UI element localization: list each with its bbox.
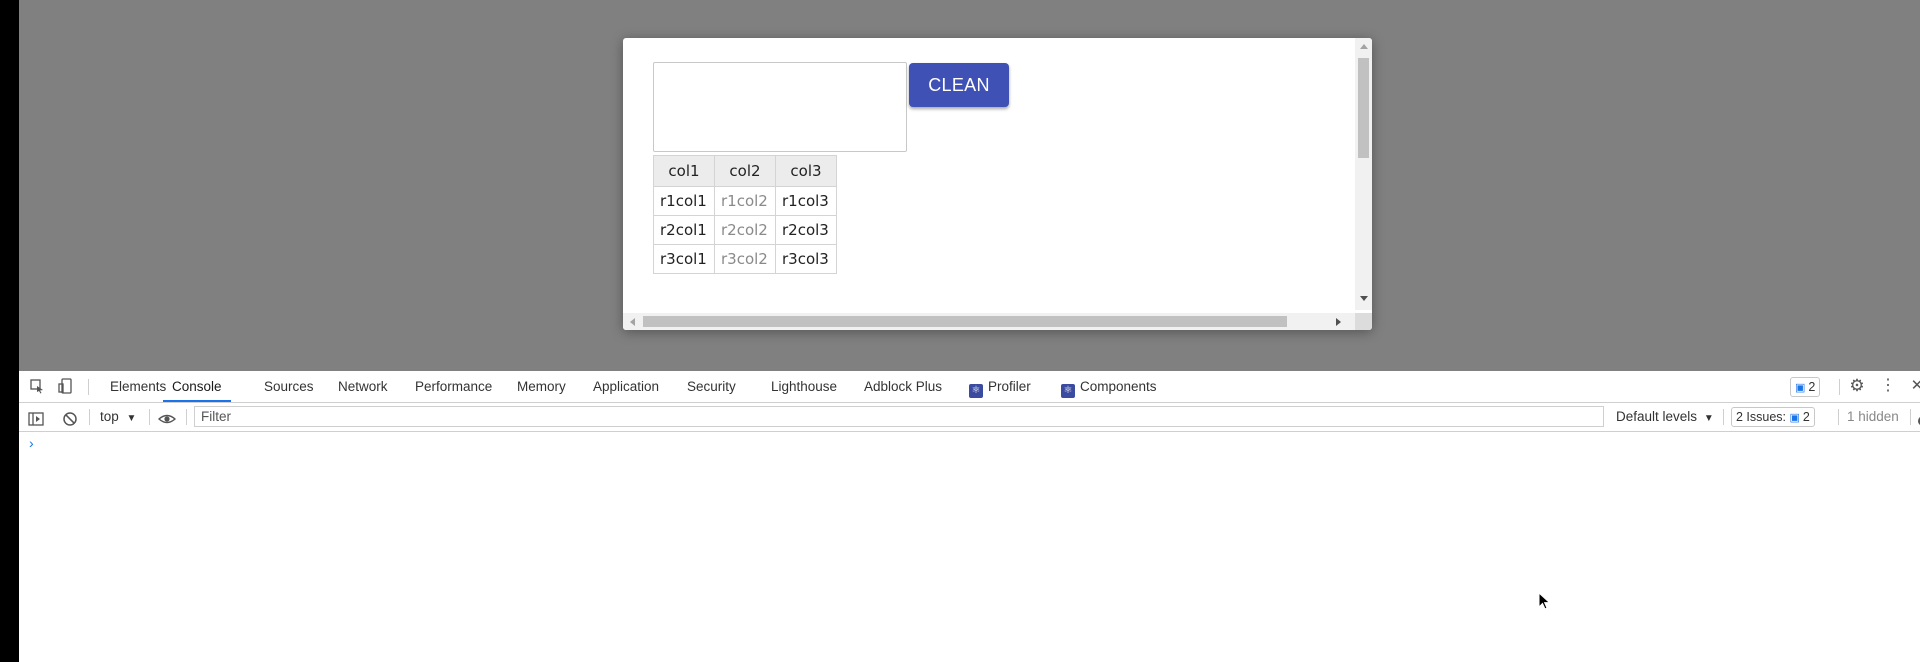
table-cell: r1col2 [714,186,776,216]
device-toolbar-icon[interactable] [58,378,74,394]
scroll-up-arrow-icon[interactable] [1360,44,1368,49]
text-area[interactable] [653,62,907,152]
tab-adblock-plus[interactable]: Adblock Plus [864,371,942,402]
table-cell: r3col3 [775,244,837,274]
horizontal-scroll-thumb[interactable] [643,316,1287,327]
table-cell: r1col3 [775,186,837,216]
tab-security[interactable]: Security [687,371,736,402]
toolbar-divider [88,379,89,395]
tab-application[interactable]: Application [593,371,659,402]
table-header-col2: col2 [714,155,776,187]
table-row: r3col1 r3col2 r3col3 [653,244,837,274]
page-viewport: CLEAN col1 col2 col3 r1col1 r1col2 r1col… [19,0,1920,371]
tab-network[interactable]: Network [338,371,388,402]
tab-components-label: Components [1080,379,1157,394]
tab-profiler[interactable]: ⚛ Profiler [969,371,1031,402]
tab-console[interactable]: Console [163,371,231,402]
console-settings-icon[interactable] [1916,410,1920,425]
toolbar-divider [1723,409,1724,425]
tab-components[interactable]: ⚛ Components [1061,371,1157,402]
sidebar-toggle-icon[interactable] [28,409,44,426]
scroll-left-arrow-icon[interactable] [630,318,635,326]
tab-lighthouse[interactable]: Lighthouse [771,371,837,402]
clean-button[interactable]: CLEAN [909,63,1009,107]
devtools-panel: Elements Console Sources Network Perform… [19,371,1920,662]
react-icon: ⚛ [969,384,983,398]
tab-performance[interactable]: Performance [415,371,492,402]
toolbar-divider [1910,409,1911,425]
hidden-count: 1 hidden [1847,409,1899,424]
live-expression-eye-icon[interactable] [157,409,177,425]
log-levels-dropdown[interactable]: Default levels ▼ [1616,403,1714,431]
table-cell: r3col1 [653,244,715,274]
more-options-icon[interactable]: ⋮ [1880,378,1896,394]
left-edge [0,0,19,662]
scroll-right-arrow-icon[interactable] [1336,318,1341,326]
inspect-element-icon[interactable] [29,378,45,394]
tab-sources[interactable]: Sources [264,371,314,402]
table-header-col1: col1 [653,155,715,187]
table-header-row: col1 col2 col3 [653,155,837,187]
context-selector[interactable]: top ▼ [100,403,136,431]
issues-badge[interactable]: 2 Issues: ▣ 2 [1731,407,1815,427]
table-header-col3: col3 [775,155,837,187]
scrollbar-corner [1355,313,1372,330]
table-row: r1col1 r1col2 r1col3 [653,186,837,216]
dropdown-arrow-icon: ▼ [126,413,137,424]
data-table: col1 col2 col3 r1col1 r1col2 r1col3 r2co… [653,155,837,274]
toolbar-divider [186,409,187,425]
chat-icon: ▣ [1795,382,1806,394]
horizontal-scrollbar[interactable] [623,313,1355,330]
tab-profiler-label: Profiler [988,379,1031,394]
vertical-scrollbar[interactable] [1355,38,1372,310]
toolbar-divider [1839,379,1840,395]
vertical-scroll-thumb[interactable] [1358,58,1369,158]
table-cell: r1col1 [653,186,715,216]
filter-input[interactable]: Filter [194,406,1604,427]
console-toolbar: top ▼ Filter Default levels ▼ 2 Issues: … [19,403,1920,432]
table-cell: r3col2 [714,244,776,274]
toolbar-divider [89,409,90,425]
messages-badge[interactable]: ▣ 2 [1790,377,1821,397]
table-cell: r2col1 [653,215,715,245]
tab-memory[interactable]: Memory [517,371,566,402]
dropdown-arrow-icon: ▼ [1703,413,1714,424]
tab-elements[interactable]: Elements [110,371,166,402]
mouse-cursor-icon [1538,592,1551,610]
toolbar-divider [149,409,150,425]
table-row: r2col1 r2col2 r2col3 [653,215,837,245]
scroll-down-arrow-icon[interactable] [1360,296,1368,301]
devtools-tab-bar: Elements Console Sources Network Perform… [19,371,1920,403]
clear-console-icon[interactable] [62,409,78,426]
settings-gear-icon[interactable]: ⚙ [1849,377,1865,394]
toolbar-divider [1838,409,1839,425]
react-icon: ⚛ [1061,384,1075,398]
chat-icon: ▣ [1789,412,1800,424]
close-devtools-icon[interactable]: ✕ [1909,378,1920,394]
table-cell: r2col2 [714,215,776,245]
table-cell: r2col3 [775,215,837,245]
content-frame: CLEAN col1 col2 col3 r1col1 r1col2 r1col… [623,38,1372,330]
console-prompt[interactable]: › [29,435,34,451]
